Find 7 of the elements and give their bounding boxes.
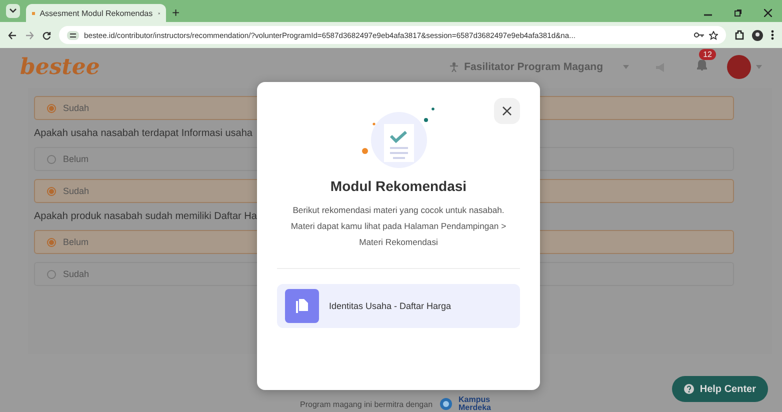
modal-description: Berikut rekomendasi materi yang cocok untuk nasabah. Materi dapat kamu lihat pada Halaman Pendampingan > Materi Rekomendasi [290,204,508,249]
footer-text: Program magang ini bermitra dengan [300,400,433,408]
question-text: Apakah produk nasabah sudah memiliki Daftar Ha [34,211,257,222]
partner-logo-text: Kampus Merdeka [458,396,491,412]
modal-title: Modul Rekomendasi [330,178,467,194]
question-text: Apakah usaha nasabah terdapat Informasi usaha [34,128,252,139]
notification-badge: 12 [699,49,716,60]
